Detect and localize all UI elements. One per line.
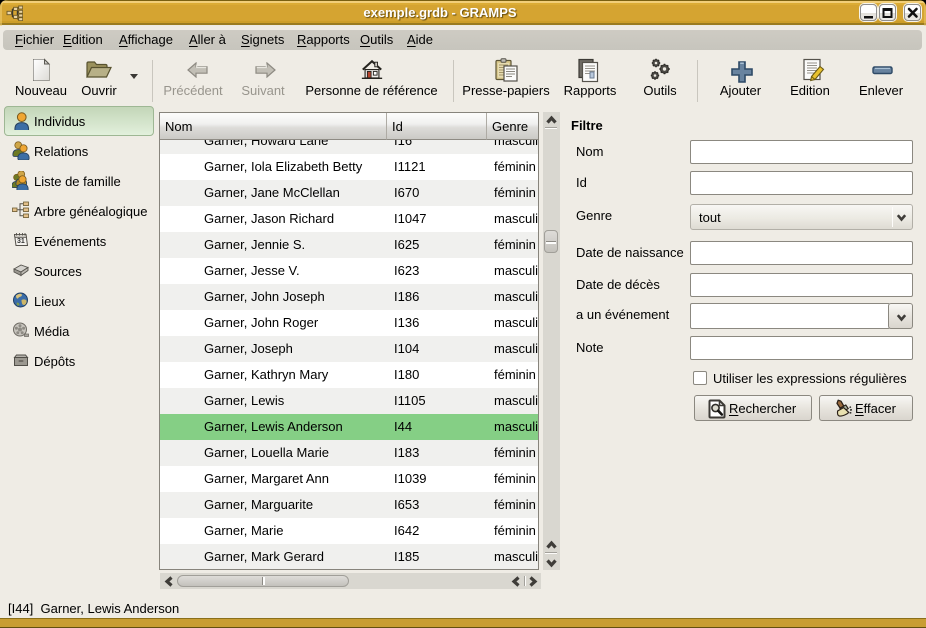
svg-text:31: 31 [17,238,25,245]
